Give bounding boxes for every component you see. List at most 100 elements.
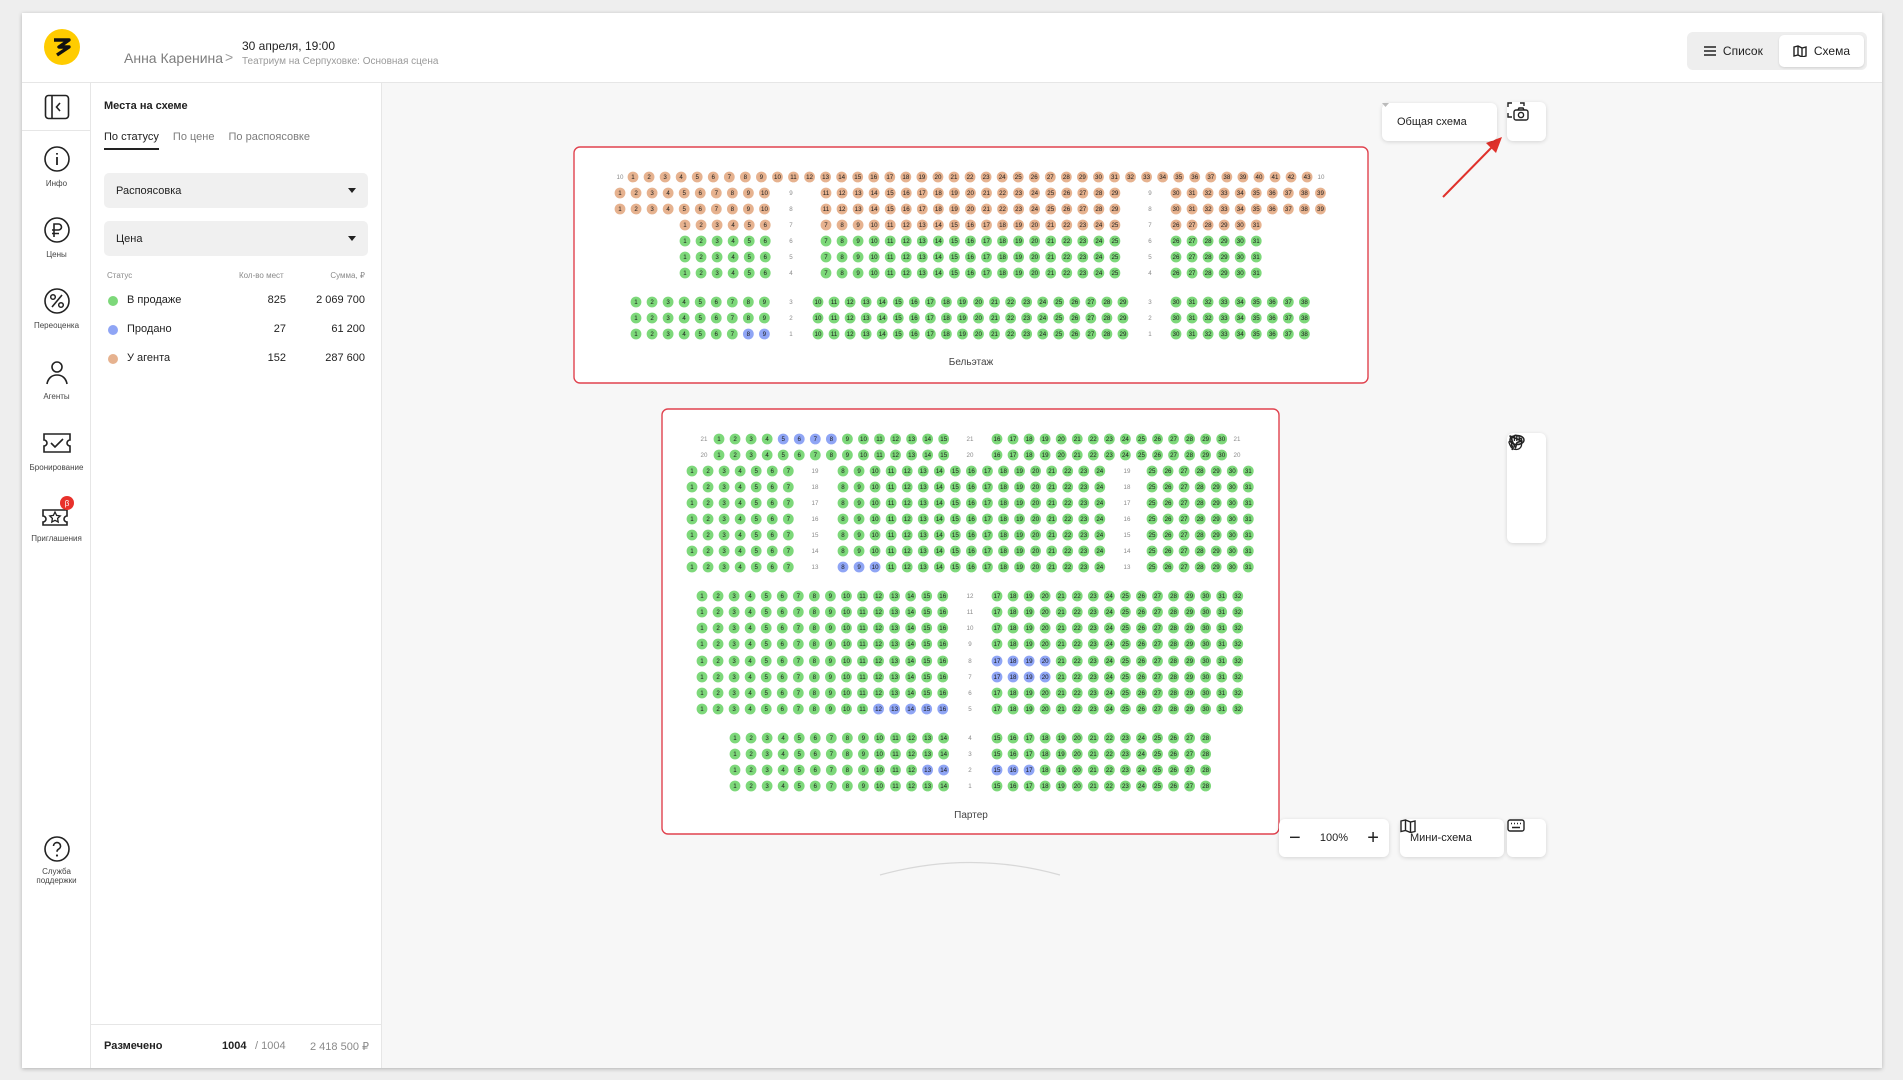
seat[interactable]: 30	[1226, 561, 1238, 573]
seat[interactable]: 17	[1007, 433, 1019, 445]
seat[interactable]: 23	[1021, 296, 1033, 308]
seat[interactable]: 15	[991, 748, 1003, 760]
seat[interactable]: 13	[852, 187, 864, 199]
seat[interactable]: 8	[808, 671, 820, 683]
seat[interactable]: 5	[750, 545, 762, 557]
seat[interactable]: 23	[1077, 219, 1089, 231]
seat[interactable]: 21	[1087, 732, 1099, 744]
seat[interactable]: 22	[1061, 267, 1073, 279]
seat[interactable]: 24	[1037, 328, 1049, 340]
seat[interactable]: 7	[792, 590, 804, 602]
seat[interactable]: 22	[1005, 312, 1016, 324]
seat[interactable]: 7	[820, 251, 832, 263]
seat[interactable]: 10	[812, 296, 824, 308]
seat[interactable]: 9	[825, 590, 836, 602]
seat[interactable]: 20	[1039, 638, 1051, 650]
seat[interactable]: 18	[998, 481, 1009, 493]
seat[interactable]: 18	[1007, 687, 1019, 699]
seat[interactable]: 28	[1168, 687, 1179, 699]
seat[interactable]: 11	[884, 267, 896, 279]
seat[interactable]: 12	[901, 545, 913, 557]
seat[interactable]: 22	[1062, 481, 1074, 493]
seat[interactable]: 23	[1077, 267, 1089, 279]
seat[interactable]: 15	[852, 171, 864, 183]
seat[interactable]: 25	[1109, 219, 1121, 231]
seat[interactable]: 3	[718, 465, 730, 477]
list-view-button[interactable]: Список	[1690, 35, 1777, 67]
seat[interactable]: 1	[696, 671, 708, 683]
seat[interactable]: 21	[1071, 449, 1083, 461]
seat[interactable]: 23	[1120, 764, 1131, 776]
seat[interactable]: 28	[1194, 481, 1206, 493]
seat[interactable]: 5	[760, 590, 772, 602]
seat[interactable]: 28	[1194, 465, 1206, 477]
seat[interactable]: 11	[890, 764, 901, 776]
status-row-agent[interactable]: У агента 152 287 600	[104, 351, 368, 367]
seat[interactable]: 19	[1013, 235, 1024, 247]
seat[interactable]: 21	[989, 328, 1000, 340]
seat[interactable]: 7	[809, 449, 821, 461]
seat[interactable]: 14	[933, 481, 945, 493]
seat[interactable]: 28	[1184, 449, 1195, 461]
seat[interactable]: 23	[1021, 312, 1033, 324]
seat[interactable]: 22	[1103, 764, 1115, 776]
seat[interactable]: 24	[1094, 529, 1106, 541]
seat[interactable]: 28	[1168, 590, 1179, 602]
seat[interactable]: 28	[1200, 732, 1212, 744]
seat[interactable]: 11	[820, 203, 832, 215]
seat[interactable]: 24	[1094, 545, 1106, 557]
seat[interactable]: 10	[869, 497, 881, 509]
seat[interactable]: 4	[675, 171, 687, 183]
seat[interactable]: 19	[1013, 219, 1024, 231]
seat[interactable]: 5	[743, 235, 755, 247]
seat[interactable]: 2	[646, 328, 658, 340]
seat[interactable]: 14	[933, 545, 945, 557]
seat[interactable]: 11	[820, 187, 832, 199]
seat[interactable]: 27	[1077, 203, 1089, 215]
seat[interactable]: 16	[966, 513, 977, 525]
seat[interactable]: 1	[729, 764, 741, 776]
seat[interactable]: 4	[744, 703, 756, 715]
seat[interactable]: 17	[916, 203, 928, 215]
seat[interactable]: 23	[1087, 606, 1099, 618]
keyboard-shortcuts-button[interactable]	[1507, 819, 1546, 857]
seat[interactable]: 25	[1152, 764, 1163, 776]
seat[interactable]: 15	[991, 780, 1003, 792]
seat[interactable]: 13	[917, 465, 929, 477]
seat[interactable]: 22	[1103, 748, 1115, 760]
seat[interactable]: 10	[841, 622, 852, 634]
seat[interactable]: 10	[868, 251, 880, 263]
seat[interactable]: 24	[1093, 235, 1105, 247]
seat[interactable]: 29	[1184, 703, 1195, 715]
seat[interactable]: 4	[727, 267, 739, 279]
seat[interactable]: 15	[884, 187, 896, 199]
seat[interactable]: 39	[1237, 171, 1249, 183]
seat[interactable]: 3	[711, 267, 723, 279]
seat[interactable]: 27	[1044, 171, 1056, 183]
seat[interactable]: 11	[885, 513, 897, 525]
seat[interactable]: 8	[837, 497, 849, 509]
seat[interactable]: 25	[1152, 780, 1163, 792]
seat[interactable]: 15	[884, 203, 896, 215]
seat[interactable]: 22	[1103, 732, 1115, 744]
seat[interactable]: 40	[1253, 171, 1265, 183]
seat[interactable]: 14	[876, 328, 888, 340]
seat[interactable]: 4	[727, 219, 739, 231]
seat[interactable]: 41	[1269, 171, 1281, 183]
seat[interactable]: 20	[1030, 545, 1041, 557]
seat[interactable]: 3	[728, 671, 740, 683]
seat[interactable]: 9	[852, 219, 864, 231]
seat[interactable]: 23	[1120, 748, 1131, 760]
seat[interactable]: 30	[1234, 267, 1246, 279]
seat[interactable]: 6	[766, 497, 778, 509]
seat[interactable]: 20	[1055, 433, 1067, 445]
seat[interactable]: 9	[825, 703, 836, 715]
seat[interactable]: 9	[853, 529, 865, 541]
seat[interactable]: 27	[1184, 780, 1195, 792]
seat[interactable]: 16	[966, 481, 977, 493]
seat[interactable]: 9	[743, 203, 754, 215]
seat[interactable]: 10	[759, 203, 770, 215]
seat[interactable]: 26	[1168, 780, 1179, 792]
seat[interactable]: 26	[1170, 267, 1182, 279]
seat[interactable]: 2	[712, 638, 724, 650]
